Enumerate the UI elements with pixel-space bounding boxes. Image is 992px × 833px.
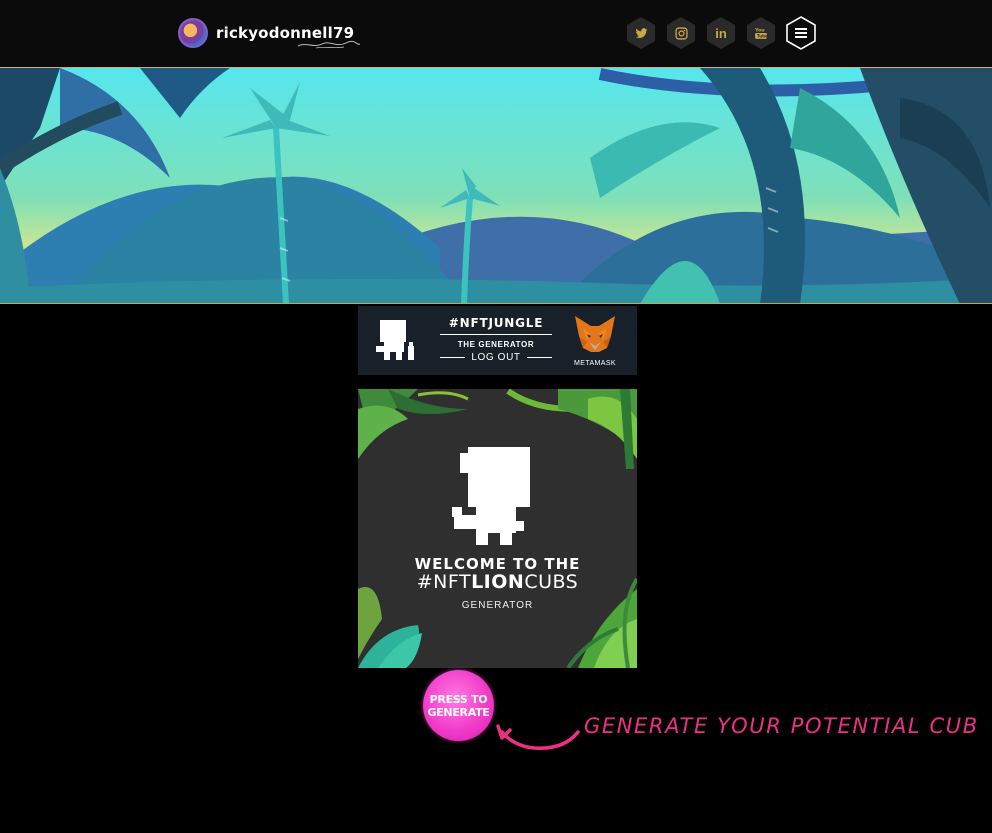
social-links: in You Tube (626, 16, 816, 50)
nftjungle-tag: #NFTJUNGLE (448, 316, 544, 330)
avatar (178, 18, 208, 48)
press-to-generate-button[interactable]: PRESS TO GENERATE (423, 670, 494, 741)
metamask-label: METAMASK (574, 360, 616, 367)
hamburger-menu-icon (795, 28, 807, 38)
hashtag-suffix: CUBS (524, 571, 579, 593)
generate-button-line1: PRESS TO (429, 692, 488, 706)
logout-label: LOG OUT (471, 352, 521, 363)
divider (440, 357, 466, 358)
instagram-icon (674, 26, 688, 40)
jungle-banner-illustration (0, 68, 992, 303)
site-header: rickyodonnell79 in You Tube (0, 0, 992, 68)
hashtag-bold: LION (471, 571, 525, 593)
svg-text:Tube: Tube (757, 34, 768, 39)
divider (440, 334, 552, 335)
linkedin-icon: in (715, 25, 727, 41)
instagram-link[interactable] (666, 16, 696, 50)
divider (526, 357, 552, 358)
metamask-button[interactable]: METAMASK (570, 314, 620, 367)
lion-cub-icon (376, 320, 414, 360)
metamask-fox-icon (575, 316, 615, 352)
generator-label: GENERATOR (461, 600, 534, 611)
curved-arrow-icon (496, 724, 580, 750)
youtube-icon: YouTube (754, 27, 768, 39)
welcome-card: WELCOME TO THE #NFTLIONCUBS GENERATOR (358, 389, 637, 668)
linkedin-link[interactable]: in (706, 16, 736, 50)
generate-hint-text: GENERATE YOUR POTENTIAL CUB (584, 714, 979, 738)
generator-subtitle: THE GENERATOR (457, 340, 535, 349)
youtube-link[interactable]: You Tube (746, 16, 776, 50)
brand-text: rickyodonnell79 (216, 24, 361, 49)
menu-button[interactable] (786, 16, 816, 50)
generate-button-line2: GENERATE (427, 705, 490, 719)
svg-text:You: You (754, 27, 764, 33)
brand[interactable]: rickyodonnell79 (178, 18, 361, 49)
jungle-frame-illustration (358, 389, 637, 668)
twitter-link[interactable] (626, 16, 656, 50)
hashtag-prefix: #NFT (416, 571, 472, 593)
twitter-icon (635, 27, 647, 38)
logout-button[interactable]: LOG OUT (440, 352, 552, 363)
jungle-banner (0, 68, 992, 304)
nftlioncubs-hashtag: #NFTLIONCUBS (358, 571, 637, 593)
generator-bar: #NFTJUNGLE THE GENERATOR LOG OUT METAMAS… (358, 306, 637, 375)
signature-icon (297, 40, 361, 49)
